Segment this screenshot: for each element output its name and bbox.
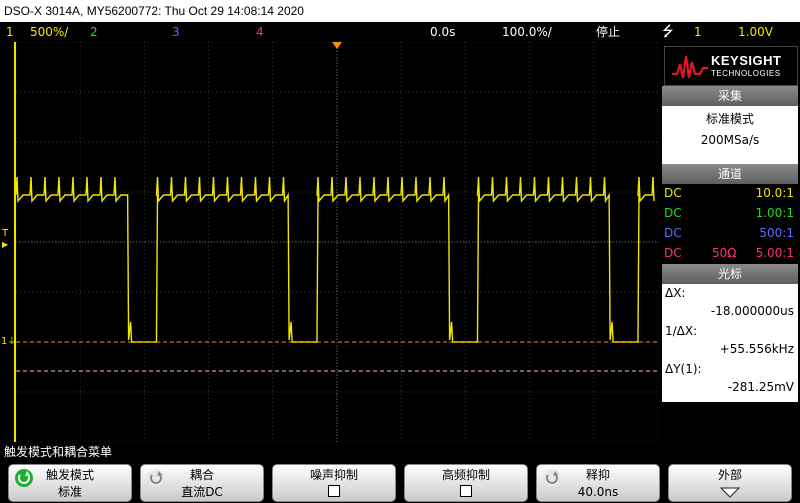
cursors-header[interactable]: 光标 xyxy=(662,264,798,284)
channel-row-1: DC 10.0:1 xyxy=(664,186,794,200)
ch3-number[interactable]: 3 xyxy=(172,22,180,42)
run-state: 停止 xyxy=(596,25,621,39)
channel-row-3: DC 500:1 xyxy=(664,226,794,240)
softkey-noise-reject[interactable]: 噪声抑制 xyxy=(272,464,396,502)
softkey-label: 外部 xyxy=(717,468,742,482)
softkey-bar: 触发模式 标准 耦合 直流DC 噪声抑制 高频抑制 释抑 40.0ns 外部 xyxy=(0,461,800,503)
acquire-rate: 200MSa/s xyxy=(700,133,760,147)
noise-reject-checkbox-icon[interactable] xyxy=(328,485,340,497)
channels-panel[interactable]: DC 10.0:1 DC 1.00:1 DC 500:1 DC 50Ω 5.00… xyxy=(662,184,798,264)
cursors-panel[interactable]: ΔX: -18.000000us 1/ΔX: +55.556kHz ΔY(1):… xyxy=(662,284,798,402)
softkey-label: 耦合 xyxy=(189,468,214,482)
softkey-holdoff[interactable]: 释抑 40.0ns xyxy=(536,464,660,502)
side-panel: KEYSIGHT TECHNOLOGIES 采集 标准模式 200MSa/s 通… xyxy=(660,42,800,442)
channel-row-2: DC 1.00:1 xyxy=(664,206,794,220)
trigger-level[interactable]: 1.00V xyxy=(738,22,773,42)
softkey-hf-reject[interactable]: 高频抑制 xyxy=(404,464,528,502)
keysight-logo: KEYSIGHT TECHNOLOGIES xyxy=(664,46,798,86)
softkey-value: 标准 xyxy=(57,485,82,499)
cursor-dy-value: -281.25mV xyxy=(727,380,794,394)
acquire-header[interactable]: 采集 xyxy=(662,86,798,106)
ch4-number[interactable]: 4 xyxy=(256,22,264,42)
softkey-coupling[interactable]: 耦合 直流DC xyxy=(140,464,264,502)
time-delay[interactable]: 0.0s xyxy=(430,22,455,42)
softkey-label: 触发模式 xyxy=(45,468,94,482)
status-bar: 1 500%/ 2 3 4 0.0s 100.0%/ 停止 ⭍ 1 1.00V xyxy=(0,22,800,42)
ch1-number[interactable]: 1 xyxy=(6,22,14,42)
acquire-mode: 标准模式 xyxy=(705,112,754,126)
cursor-dy-label: ΔY(1): xyxy=(665,362,702,376)
softkey-trigger-mode[interactable]: 触发模式 标准 xyxy=(8,464,132,502)
time-scale[interactable]: 100.0%/ xyxy=(502,22,552,42)
acquire-panel[interactable]: 标准模式 200MSa/s xyxy=(662,106,798,164)
softkey-value: 40.0ns xyxy=(577,485,619,499)
ch2-number[interactable]: 2 xyxy=(90,22,98,42)
softkey-value: 直流DC xyxy=(181,485,223,499)
down-arrow-icon xyxy=(669,485,791,502)
logo-text: KEYSIGHT xyxy=(711,53,782,68)
channels-header[interactable]: 通道 xyxy=(662,164,798,184)
softkey-external[interactable]: 外部 xyxy=(668,464,792,502)
waveform-display[interactable] xyxy=(15,41,659,443)
cursor-inv-value: +55.556kHz xyxy=(719,342,794,356)
ch1-scale[interactable]: 500%/ xyxy=(30,22,68,42)
softkey-label: 噪声抑制 xyxy=(309,468,358,482)
cursor-inv-label: 1/ΔX: xyxy=(665,324,698,338)
channel-row-4: DC 50Ω 5.00:1 xyxy=(664,246,794,260)
logo-subtext: TECHNOLOGIES xyxy=(711,69,781,78)
waveform-graticule xyxy=(15,41,659,443)
trigger-edge-icon: ⭍ xyxy=(662,24,674,40)
trigger-level-marker[interactable]: T ▶ xyxy=(2,228,8,250)
ch1-scale-bar xyxy=(14,42,16,442)
left-marker-strip: T ▶ 1⏚ xyxy=(0,42,16,442)
keysight-wave-icon xyxy=(672,55,708,79)
trigger-source[interactable]: 1 xyxy=(694,22,702,42)
cursor-dx-value: -18.000000us xyxy=(710,304,794,318)
menu-title: 触发模式和耦合菜单 xyxy=(4,445,113,459)
softkey-label: 释抑 xyxy=(585,468,610,482)
softkey-label: 高频抑制 xyxy=(441,468,490,482)
cursor-dx-label: ΔX: xyxy=(665,286,686,300)
hf-reject-checkbox-icon[interactable] xyxy=(460,485,472,497)
title-bar: DSO-X 3014A, MY56200772: Thu Oct 29 14:0… xyxy=(0,0,800,22)
